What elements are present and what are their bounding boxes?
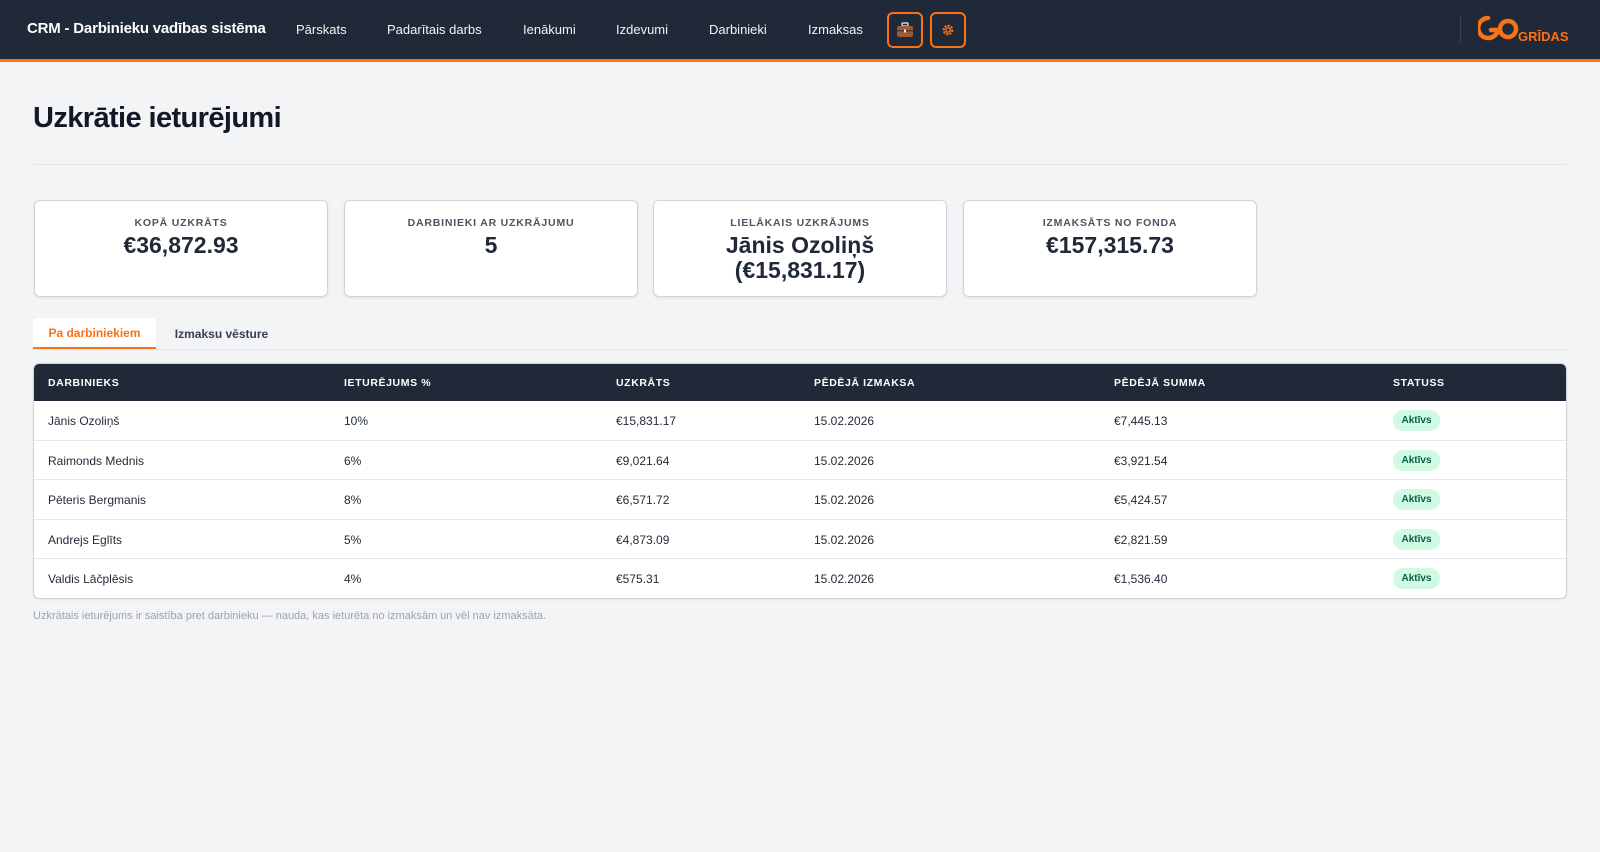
stat-card-paid-out: IZMAKSĀTS NO FONDA €157,315.73 bbox=[963, 200, 1257, 297]
tabs-divider bbox=[33, 349, 1567, 350]
nav-darbinieki[interactable]: Darbinieki bbox=[709, 22, 767, 37]
nav-parskats[interactable]: Pārskats bbox=[296, 22, 347, 37]
stat-value: 5 bbox=[484, 232, 498, 258]
cell-last-payout: 15.02.2026 bbox=[814, 572, 875, 586]
cell-accrued: €6,571.72 bbox=[616, 493, 670, 507]
cell-accrued: €15,831.17 bbox=[616, 414, 677, 428]
cell-last-amount: €1,536.40 bbox=[1114, 572, 1168, 586]
nav-izdevumi[interactable]: Izdevumi bbox=[616, 22, 668, 37]
navbar-divider bbox=[1460, 16, 1461, 44]
cell-employee: Jānis Ozoliņš bbox=[48, 414, 120, 428]
cell-percent: 5% bbox=[344, 532, 362, 547]
briefcase-button[interactable] bbox=[887, 12, 923, 48]
table-header: DARBINIEKS IETURĒJUMS % UZKRĀTS PĒDĒJĀ I… bbox=[34, 364, 1566, 401]
table-row[interactable]: Jānis Ozoliņš 10% €15,831.17 15.02.2026 … bbox=[34, 401, 1566, 441]
status-badge: Aktīvs bbox=[1393, 410, 1440, 431]
accruals-table: DARBINIEKS IETURĒJUMS % UZKRĀTS PĒDĒJĀ I… bbox=[33, 363, 1567, 599]
cell-accrued: €4,873.09 bbox=[616, 532, 670, 547]
cell-accrued: €575.31 bbox=[616, 572, 660, 586]
svg-text:GRĪDAS: GRĪDAS bbox=[1518, 29, 1569, 44]
company-logo: GRĪDAS bbox=[1478, 15, 1569, 44]
col-header-percent[interactable]: IETURĒJUMS % bbox=[344, 377, 431, 389]
cell-last-payout: 15.02.2026 bbox=[814, 493, 875, 507]
col-header-last-amount[interactable]: PĒDĒJĀ SUMMA bbox=[1114, 377, 1206, 389]
cell-percent: 10% bbox=[344, 414, 369, 428]
stat-label: IZMAKSĀTS NO FONDA bbox=[1042, 217, 1178, 229]
nav-izmaksas[interactable]: Izmaksas bbox=[808, 22, 863, 37]
col-header-employee[interactable]: DARBINIEKS bbox=[48, 377, 119, 389]
stat-value: €36,872.93 bbox=[123, 232, 239, 258]
cell-employee: Pēteris Bergmanis bbox=[48, 493, 147, 507]
col-header-status[interactable]: STATUSS bbox=[1393, 377, 1445, 389]
app-title: CRM - Darbinieku vadības sistēma bbox=[27, 20, 266, 37]
tab-payout-history[interactable]: Izmaksu vēsture bbox=[160, 318, 283, 350]
status-badge: Aktīvs bbox=[1393, 568, 1440, 589]
tab-by-employees[interactable]: Pa darbiniekiem bbox=[33, 318, 156, 350]
stat-label: LIELĀKAIS UZKRĀJUMS bbox=[730, 217, 870, 229]
cell-employee: Raimonds Mednis bbox=[48, 453, 145, 468]
cell-percent: 6% bbox=[344, 453, 362, 468]
cell-last-payout: 15.02.2026 bbox=[814, 414, 875, 428]
stat-card-total: KOPĀ UZKRĀTS €36,872.93 bbox=[34, 200, 328, 297]
gear-icon bbox=[942, 24, 954, 36]
col-header-accrued[interactable]: UZKRĀTS bbox=[616, 377, 670, 389]
cell-percent: 8% bbox=[344, 493, 362, 507]
cell-last-amount: €2,821.59 bbox=[1114, 532, 1168, 547]
settings-button[interactable] bbox=[930, 12, 966, 48]
stat-label: KOPĀ UZKRĀTS bbox=[134, 217, 228, 229]
status-badge: Aktīvs bbox=[1393, 489, 1440, 510]
col-header-last-payout[interactable]: PĒDĒJĀ IZMAKSA bbox=[814, 377, 915, 389]
cell-last-amount: €7,445.13 bbox=[1114, 414, 1168, 428]
cell-last-amount: €5,424.57 bbox=[1114, 493, 1168, 507]
cell-percent: 4% bbox=[344, 572, 362, 586]
cell-employee: Valdis Lāčplēsis bbox=[48, 572, 134, 586]
status-badge: Aktīvs bbox=[1393, 528, 1440, 550]
cell-accrued: €9,021.64 bbox=[616, 453, 670, 468]
stat-card-employees: DARBINIEKI AR UZKRĀJUMU 5 bbox=[344, 200, 638, 297]
footnote: Uzkrātais ieturējums ir saistība pret da… bbox=[33, 610, 546, 622]
top-navbar: CRM - Darbinieku vadības sistēma Pārskat… bbox=[0, 0, 1600, 62]
stat-value: €157,315.73 bbox=[1046, 232, 1174, 258]
table-row[interactable]: Andrejs Eglīts 5% €4,873.09 15.02.2026 €… bbox=[34, 520, 1566, 559]
briefcase-icon bbox=[897, 22, 913, 37]
cell-employee: Andrejs Eglīts bbox=[48, 532, 123, 547]
table-row[interactable]: Valdis Lāčplēsis 4% €575.31 15.02.2026 €… bbox=[34, 559, 1566, 598]
table-row[interactable]: Pēteris Bergmanis 8% €6,571.72 15.02.202… bbox=[34, 480, 1566, 520]
page-title: Uzkrātie ieturējumi bbox=[33, 102, 282, 134]
cell-last-payout: 15.02.2026 bbox=[814, 532, 875, 547]
stat-card-largest: LIELĀKAIS UZKRĀJUMS Jānis Ozoliņš (€15,8… bbox=[653, 200, 947, 297]
table-row[interactable]: Raimonds Mednis 6% €9,021.64 15.02.2026 … bbox=[34, 441, 1566, 480]
nav-padaritais-darbs[interactable]: Padarītais darbs bbox=[387, 22, 482, 37]
cell-last-payout: 15.02.2026 bbox=[814, 453, 875, 468]
stat-label: DARBINIEKI AR UZKRĀJUMU bbox=[407, 217, 575, 229]
status-badge: Aktīvs bbox=[1393, 449, 1440, 471]
stat-value: Jānis Ozoliņš (€15,831.17) bbox=[725, 232, 875, 283]
title-divider bbox=[33, 164, 1567, 165]
cell-last-amount: €3,921.54 bbox=[1114, 453, 1168, 468]
nav-ienakumi[interactable]: Ienākumi bbox=[523, 22, 576, 37]
